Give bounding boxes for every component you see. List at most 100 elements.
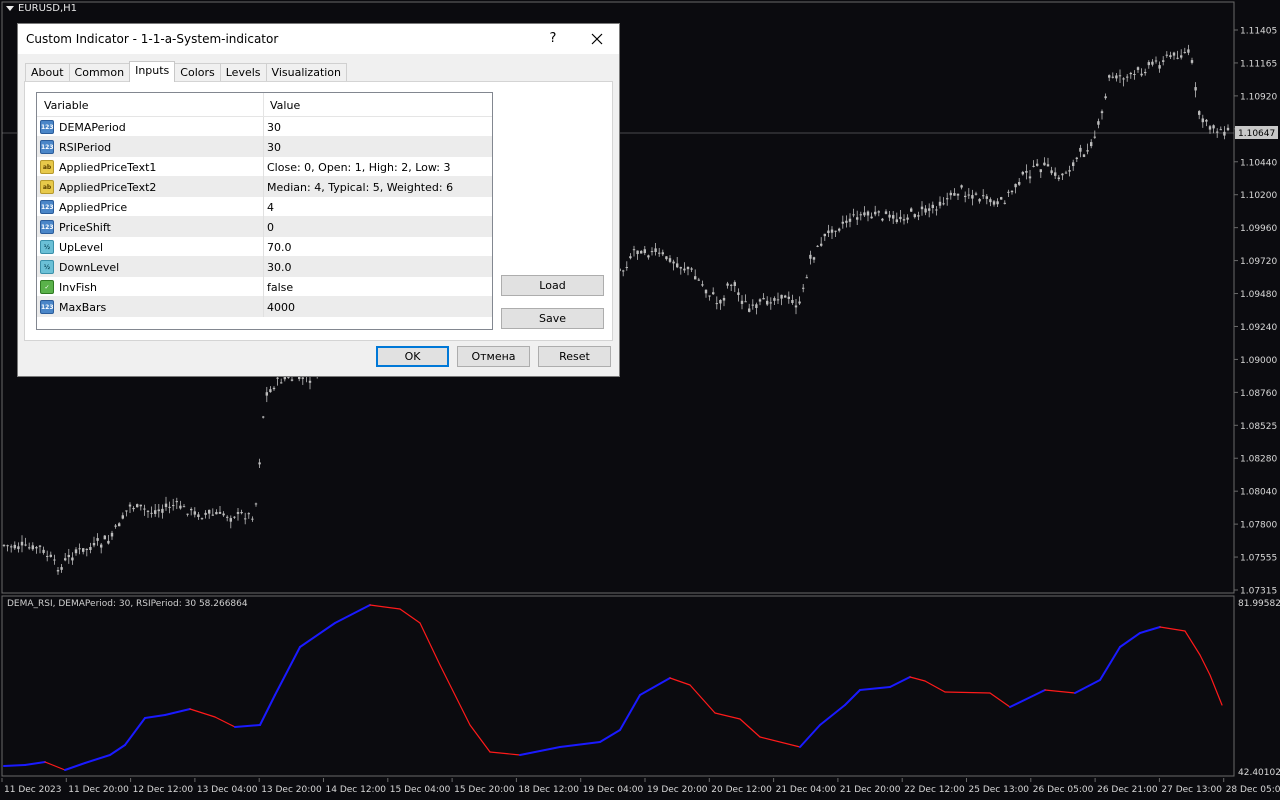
tab-inputs[interactable]: Inputs [129, 61, 176, 82]
candle-body [1064, 172, 1068, 174]
symbol-label[interactable]: EURUSD,H1 [6, 3, 77, 14]
param-value[interactable]: 70.0 [267, 241, 292, 254]
param-value[interactable]: 30 [267, 121, 281, 134]
candle-body [1007, 191, 1010, 193]
param-value[interactable]: 4000 [267, 301, 295, 314]
indicator-segment-up [299, 622, 336, 648]
candle-body [715, 303, 718, 305]
variable-column-header[interactable]: Variable [44, 99, 89, 112]
param-row-maxbars[interactable]: 123 MaxBars 4000 [37, 297, 492, 317]
candle-body [107, 540, 110, 544]
candle-body [211, 514, 214, 516]
candle-body [67, 554, 70, 558]
param-row-appliedpricetext1[interactable]: ab AppliedPriceText1 Close: 0, Open: 1, Hi… [37, 157, 492, 177]
candle-body [272, 387, 276, 390]
candle-body [1079, 147, 1082, 152]
indicator-segment-down [419, 622, 441, 666]
candle-body [46, 555, 49, 557]
candle-body [222, 513, 225, 516]
param-row-invfish[interactable]: ✓ InvFish false [37, 277, 492, 297]
time-axis-label: 27 Dec 13:00 [1161, 785, 1222, 795]
param-row-rsiperiod[interactable]: 123 RSIPeriod 30 [37, 137, 492, 157]
param-value[interactable]: 30.0 [267, 261, 292, 274]
time-axis-label: 21 Dec 20:00 [840, 785, 901, 795]
param-row-appliedpricetext2[interactable]: ab AppliedPriceText2 Median: 4, Typical: 5… [37, 177, 492, 197]
param-value[interactable]: Median: 4, Typical: 5, Weighted: 6 [267, 181, 453, 194]
candle-body [942, 203, 945, 205]
candle-body [794, 305, 798, 308]
candle-body [1018, 182, 1021, 185]
candle-body [928, 208, 931, 211]
candle-body [1176, 57, 1179, 59]
candle-body [143, 508, 146, 510]
candle-body [704, 289, 708, 294]
candle-body [247, 513, 250, 515]
candle-body [820, 243, 823, 246]
candle-body [845, 220, 848, 223]
candle-body [719, 299, 722, 304]
tab-common[interactable]: Common [68, 63, 131, 82]
indicator-segment-down [989, 692, 1011, 708]
close-button[interactable] [586, 28, 608, 50]
param-value[interactable]: 0 [267, 221, 274, 234]
candle-body [776, 299, 780, 301]
dialog-titlebar[interactable]: Custom Indicator - 1-1-a-System-indicato… [18, 24, 619, 54]
candle-body [1003, 202, 1006, 204]
param-row-uplevel[interactable]: ½ UpLevel 70.0 [37, 237, 492, 257]
candle-body [787, 296, 790, 299]
value-column-header[interactable]: Value [270, 99, 300, 112]
candle-body [1187, 49, 1190, 53]
tab-visualization[interactable]: Visualization [265, 63, 348, 82]
candle-body [1190, 60, 1194, 63]
candle-body [974, 193, 978, 195]
tab-levels[interactable]: Levels [219, 63, 267, 82]
indicator-pane[interactable]: 81.995823 42.401029 [0, 595, 1280, 778]
candle-body [834, 230, 837, 232]
time-axis-label: 13 Dec 04:00 [197, 785, 258, 795]
param-name: AppliedPriceText2 [59, 181, 157, 194]
candle-body [161, 508, 164, 513]
param-row-priceshift[interactable]: 123 PriceShift 0 [37, 217, 492, 237]
candle-body [53, 559, 56, 561]
indicator-segment-down [489, 751, 521, 756]
candle-body [755, 304, 758, 309]
param-row-downlevel[interactable]: ½ DownLevel 30.0 [37, 257, 492, 277]
param-row-appliedprice[interactable]: 123 AppliedPrice 4 [37, 197, 492, 217]
close-icon [591, 33, 603, 45]
tab-about[interactable]: About [25, 63, 70, 82]
dropdown-triangle-icon[interactable] [6, 6, 14, 11]
indicator-segment-down [369, 604, 401, 610]
indicator-segment-down [469, 724, 491, 753]
candle-body [74, 549, 78, 554]
candle-body [1140, 73, 1143, 76]
tab-colors[interactable]: Colors [174, 63, 221, 82]
indicator-segment-down [739, 718, 761, 738]
param-value[interactable]: Close: 0, Open: 1, High: 2, Low: 3 [267, 161, 450, 174]
indicator-segment-down [714, 712, 741, 720]
param-name: DEMAPeriod [59, 121, 126, 134]
param-row-demaperiod[interactable]: 123 DEMAPeriod 30 [37, 117, 492, 137]
candle-body [6, 545, 9, 547]
param-value[interactable]: 4 [267, 201, 274, 214]
dbl-type-icon: ½ [40, 240, 54, 254]
load-button[interactable]: Load [501, 275, 604, 296]
save-button[interactable]: Save [501, 308, 604, 329]
candle-body [658, 252, 661, 254]
candle-body [13, 544, 16, 549]
param-value[interactable]: 30 [267, 141, 281, 154]
column-separator [263, 257, 264, 277]
candle-body [280, 382, 283, 384]
price-axis-label: 1.10200 [1240, 191, 1277, 201]
candle-body [186, 513, 189, 515]
column-separator [263, 237, 264, 257]
column-separator[interactable] [263, 93, 264, 117]
help-button[interactable]: ? [543, 29, 563, 49]
cancel-button[interactable]: Отмена [457, 346, 530, 367]
candle-body [193, 511, 196, 515]
ok-button[interactable]: OK [376, 346, 449, 367]
candle-body [629, 256, 632, 259]
candle-body [906, 217, 909, 220]
param-value[interactable]: false [267, 281, 293, 294]
reset-button[interactable]: Reset [538, 346, 611, 367]
candle-body [1068, 170, 1071, 172]
